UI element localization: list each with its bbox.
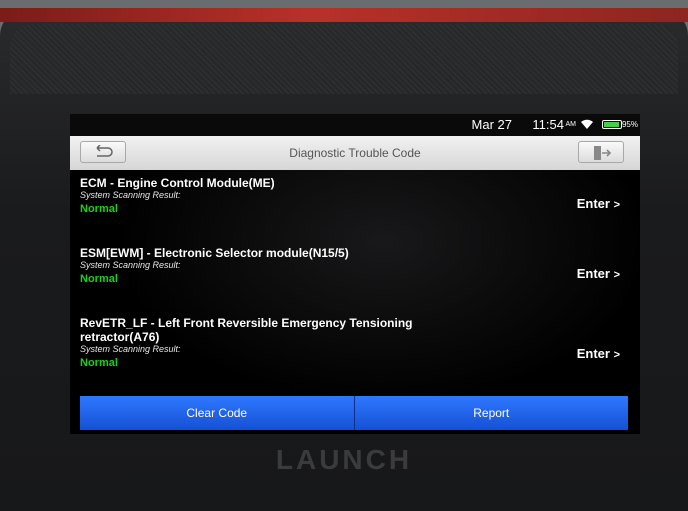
bottom-action-bar: Clear Code Report <box>80 396 628 430</box>
scan-result-label: System Scanning Result: <box>80 260 181 270</box>
exit-icon <box>594 146 612 160</box>
chevron-right-icon: > <box>613 349 620 361</box>
scan-status: Normal <box>80 273 118 285</box>
title-bar: Diagnostic Trouble Code <box>70 136 640 170</box>
device-bezel <box>10 24 678 94</box>
brand-logo: LAUNCH <box>275 444 413 475</box>
battery-level <box>604 122 619 127</box>
page-title: Diagnostic Trouble Code <box>289 146 421 160</box>
exit-button[interactable] <box>578 141 624 163</box>
module-item: RevETR_LF - Left Front Reversible Emerge… <box>80 316 470 369</box>
enter-label: Enter <box>576 346 610 361</box>
device-red-trim <box>0 8 688 22</box>
module-item: ESM[EWM] - Electronic Selector module(N1… <box>80 246 630 285</box>
status-ampm: AM <box>565 121 577 128</box>
module-name: RevETR_LF - Left Front Reversible Emerge… <box>80 316 413 344</box>
scan-tool-device: Mar 27 11:54 AM 95% Diagnostic Trouble C… <box>0 8 688 511</box>
status-date: Mar 27 <box>471 117 512 132</box>
device-screen: Mar 27 11:54 AM 95% Diagnostic Trouble C… <box>70 114 640 434</box>
scan-status: Normal <box>80 203 118 215</box>
enter-label: Enter <box>576 196 610 211</box>
clear-code-button[interactable]: Clear Code <box>80 396 354 430</box>
battery-icon <box>602 120 622 129</box>
chevron-right-icon: > <box>613 199 620 211</box>
module-list: ECM - Engine Control Module(ME) System S… <box>70 170 640 398</box>
module-name: ESM[EWM] - Electronic Selector module(N1… <box>80 246 349 260</box>
enter-button[interactable]: Enter > <box>577 346 620 361</box>
enter-button[interactable]: Enter > <box>577 266 620 281</box>
enter-button[interactable]: Enter > <box>577 196 620 211</box>
wifi-icon <box>581 119 593 129</box>
scan-status: Normal <box>80 357 118 369</box>
scan-result-label: System Scanning Result: <box>80 344 181 354</box>
report-button[interactable]: Report <box>353 396 628 430</box>
battery-percent: 95% <box>621 120 638 129</box>
chevron-right-icon: > <box>613 269 620 281</box>
scan-result-label: System Scanning Result: <box>80 190 181 200</box>
enter-label: Enter <box>576 266 610 281</box>
module-item: ECM - Engine Control Module(ME) System S… <box>80 176 630 215</box>
module-name: ECM - Engine Control Module(ME) <box>80 176 275 190</box>
status-bar: Mar 27 11:54 AM 95% <box>70 114 640 136</box>
status-time: 11:54 <box>532 117 564 132</box>
